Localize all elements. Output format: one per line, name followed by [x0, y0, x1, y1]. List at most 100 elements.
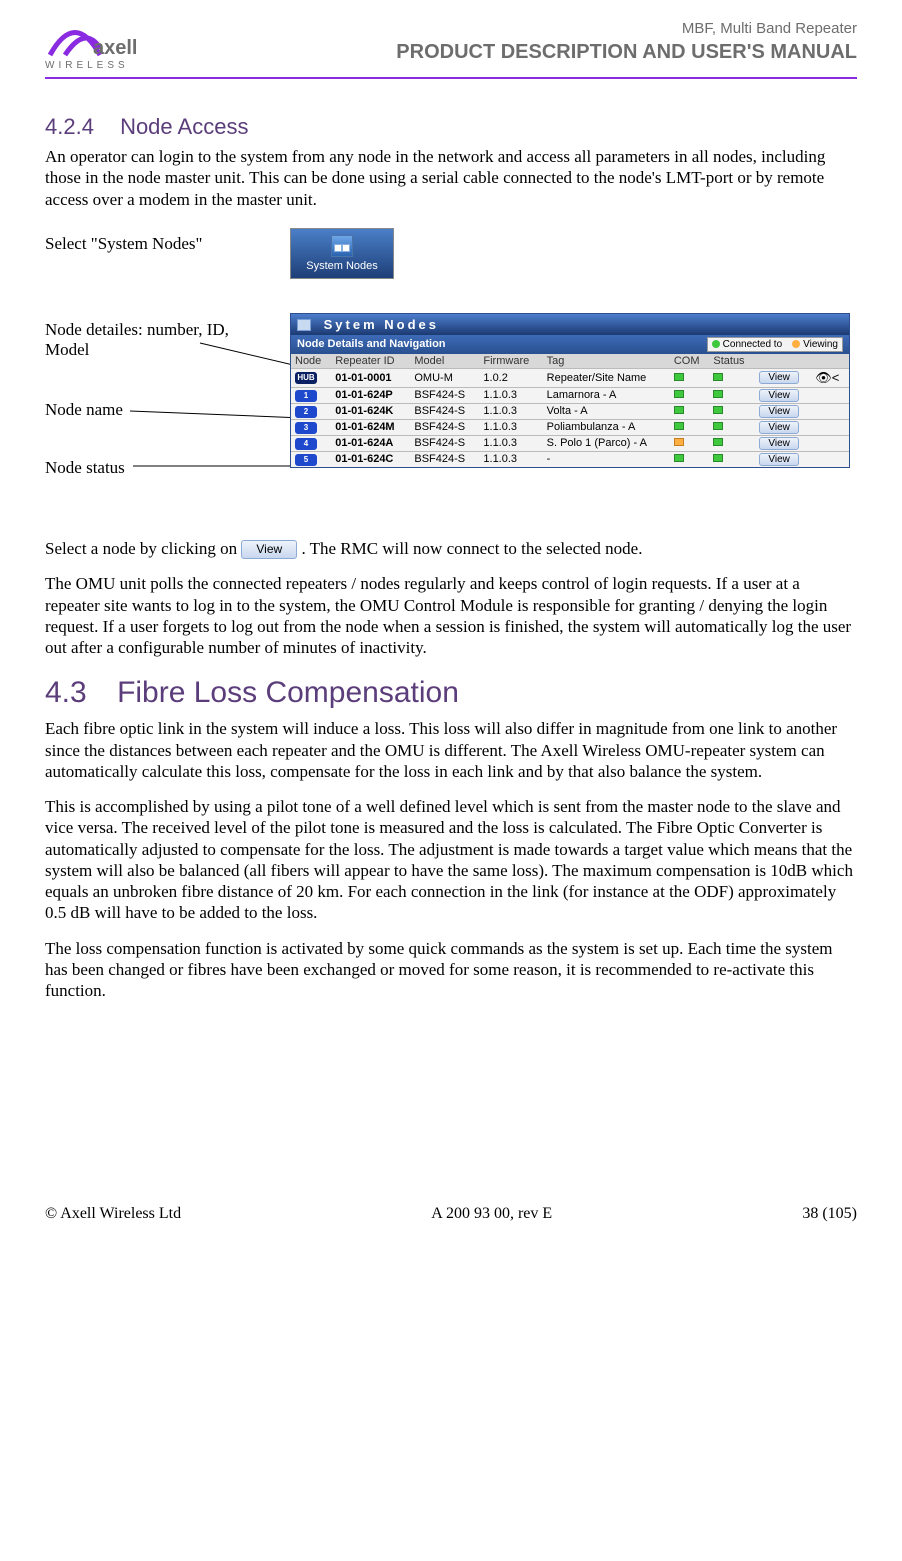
- node-badge: 2: [295, 406, 317, 418]
- cell-com: [670, 451, 710, 467]
- view-button[interactable]: View: [759, 405, 799, 418]
- inline-view-button[interactable]: View: [241, 540, 297, 559]
- system-nodes-icon: [331, 235, 353, 257]
- heading-43-title: Fibre Loss Compensation: [117, 676, 459, 709]
- cell-tag: Lamarnora - A: [543, 387, 670, 403]
- svg-text:axell: axell: [93, 37, 137, 59]
- cell-com: [670, 387, 710, 403]
- heading-424: 4.2.4 Node Access: [45, 114, 857, 140]
- cell-view: View: [755, 435, 811, 451]
- col-model: Model: [410, 354, 479, 369]
- page-footer: © Axell Wireless Ltd A 200 93 00, rev E …: [45, 1201, 857, 1223]
- window-legend: Connected to Viewing: [707, 337, 843, 352]
- cell-fw: 1.0.2: [479, 368, 542, 387]
- cell-eye: [811, 387, 849, 403]
- para-43-3: The loss compensation function is activa…: [45, 938, 857, 1002]
- view-button[interactable]: View: [759, 437, 799, 450]
- cell-fw: 1.1.0.3: [479, 419, 542, 435]
- eye-icon: 👁<: [815, 370, 839, 385]
- col-firmware: Firmware: [479, 354, 542, 369]
- logo-graphic: axell: [45, 20, 145, 62]
- heading-43-number: 4.3: [45, 676, 87, 709]
- cell-fw: 1.1.0.3: [479, 387, 542, 403]
- para-424-1: An operator can login to the system from…: [45, 146, 857, 210]
- cell-com: [670, 435, 710, 451]
- cell-tag: Poliambulanza - A: [543, 419, 670, 435]
- window-titlebar: Sytem Nodes: [291, 314, 849, 335]
- para-select-node: Select a node by clicking on View . The …: [45, 538, 857, 560]
- footer-center: A 200 93 00, rev E: [431, 1205, 552, 1223]
- cell-view: View: [755, 451, 811, 467]
- heading-424-title: Node Access: [120, 114, 248, 139]
- cell-com: [670, 403, 710, 419]
- cell-tag: Volta - A: [543, 403, 670, 419]
- table-row: HUB01-01-0001OMU-M1.0.2Repeater/Site Nam…: [291, 368, 849, 387]
- callout-node-status: Node status: [45, 458, 125, 478]
- node-badge: 1: [295, 390, 317, 402]
- led-green-icon: [712, 340, 720, 348]
- table-row: 501-01-624CBSF424-S1.1.0.3-View: [291, 451, 849, 467]
- cell-eye: [811, 451, 849, 467]
- page-header: axell WIRELESS MBF, Multi Band Repeater …: [45, 20, 857, 79]
- cell-fw: 1.1.0.3: [479, 435, 542, 451]
- system-nodes-button[interactable]: System Nodes: [290, 228, 394, 279]
- window-subtitle: Node Details and Navigation: [297, 338, 446, 350]
- cell-id: 01-01-624P: [331, 387, 410, 403]
- cell-model: BSF424-S: [410, 435, 479, 451]
- footer-right: 38 (105): [802, 1205, 857, 1223]
- col-eye: [811, 354, 849, 369]
- cell-tag: Repeater/Site Name: [543, 368, 670, 387]
- window-title-text: Sytem Nodes: [324, 317, 439, 332]
- view-button[interactable]: View: [759, 371, 799, 384]
- para-43-2: This is accomplished by using a pilot to…: [45, 796, 857, 924]
- node-badge: 3: [295, 422, 317, 434]
- cell-status: [709, 419, 755, 435]
- cell-eye: [811, 435, 849, 451]
- para-43-1: Each fibre optic link in the system will…: [45, 718, 857, 782]
- cell-id: 01-01-624M: [331, 419, 410, 435]
- system-nodes-label: System Nodes: [306, 260, 378, 272]
- view-button[interactable]: View: [759, 453, 799, 466]
- cell-view: View: [755, 403, 811, 419]
- callout-node-name: Node name: [45, 400, 123, 420]
- cell-view: View: [755, 419, 811, 435]
- legend-connected: Connected to: [723, 339, 783, 350]
- table-row: 101-01-624PBSF424-S1.1.0.3Lamarnora - AV…: [291, 387, 849, 403]
- cell-com: [670, 368, 710, 387]
- cell-view: View: [755, 368, 811, 387]
- cell-status: [709, 368, 755, 387]
- para-omu: The OMU unit polls the connected repeate…: [45, 573, 857, 658]
- cell-model: BSF424-S: [410, 419, 479, 435]
- col-com: COM: [670, 354, 710, 369]
- diagram-area: Select "System Nodes" System Nodes Node …: [45, 228, 857, 508]
- header-right: MBF, Multi Band Repeater PRODUCT DESCRIP…: [396, 20, 857, 64]
- view-button[interactable]: View: [759, 389, 799, 402]
- table-row: 201-01-624KBSF424-S1.1.0.3Volta - AView: [291, 403, 849, 419]
- callout-node-details: Node detailes: number, ID, Model: [45, 320, 245, 361]
- cell-model: BSF424-S: [410, 451, 479, 467]
- cell-tag: S. Polo 1 (Parco) - A: [543, 435, 670, 451]
- logo: axell WIRELESS: [45, 20, 145, 71]
- cell-status: [709, 451, 755, 467]
- header-line2: PRODUCT DESCRIPTION AND USER'S MANUAL: [396, 41, 857, 64]
- cell-view: View: [755, 387, 811, 403]
- col-node: Node: [291, 354, 331, 369]
- col-tag: Tag: [543, 354, 670, 369]
- cell-model: BSF424-S: [410, 403, 479, 419]
- window-title-icon: [297, 319, 311, 331]
- table-header-row: Node Repeater ID Model Firmware Tag COM …: [291, 354, 849, 369]
- cell-model: OMU-M: [410, 368, 479, 387]
- table-row: 3 01-01-624MBSF424-S1.1.0.3Poliambulanza …: [291, 419, 849, 435]
- heading-43: 4.3 Fibre Loss Compensation: [45, 676, 857, 710]
- window-subbar: Node Details and Navigation Connected to…: [291, 335, 849, 354]
- cell-id: 01-01-0001: [331, 368, 410, 387]
- cell-id: 01-01-624A: [331, 435, 410, 451]
- cell-eye: [811, 403, 849, 419]
- para-select-prefix: Select a node by clicking on: [45, 539, 241, 558]
- col-repeaterid: Repeater ID: [331, 354, 410, 369]
- para-select-suffix: . The RMC will now connect to the select…: [301, 539, 642, 558]
- view-button[interactable]: View: [759, 421, 799, 434]
- cell-com: [670, 419, 710, 435]
- cell-fw: 1.1.0.3: [479, 403, 542, 419]
- table-row: 401-01-624ABSF424-S1.1.0.3S. Polo 1 (Par…: [291, 435, 849, 451]
